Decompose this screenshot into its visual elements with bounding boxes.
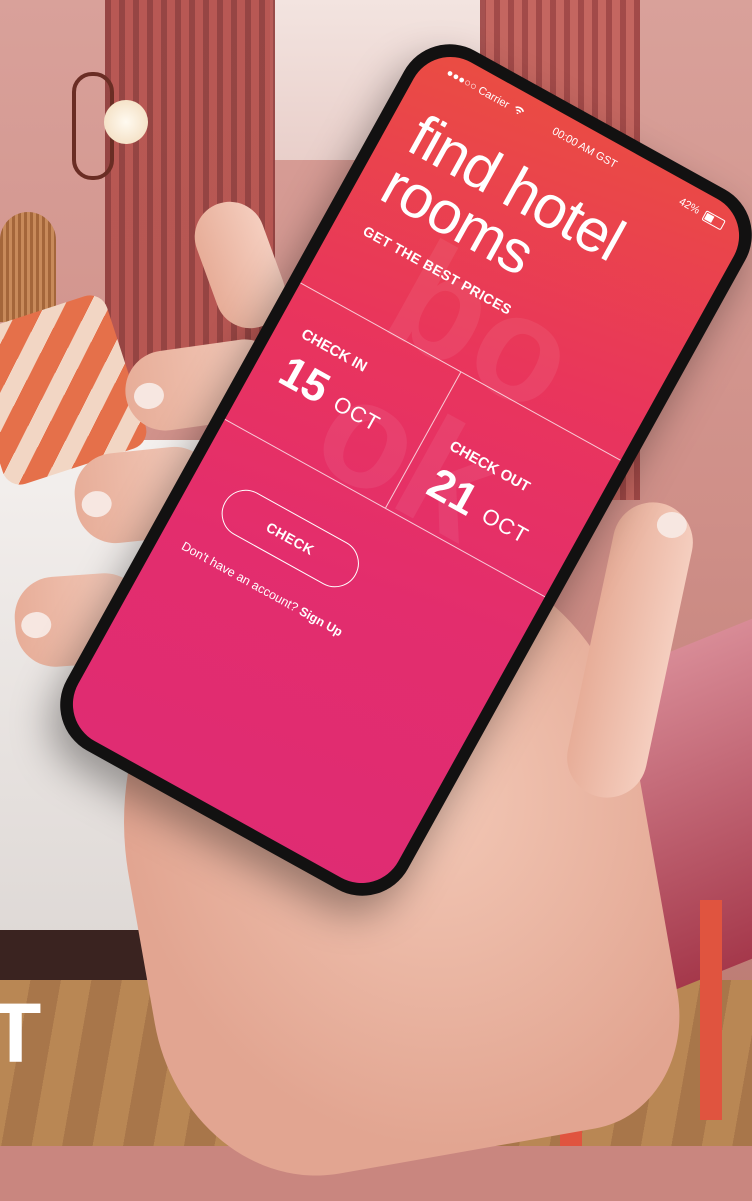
headboard [0,212,56,322]
page-edge-letter: T [0,986,42,1080]
check-out-month: OCT [477,502,533,549]
battery-icon [701,209,727,231]
battery-indicator: 42% [677,196,727,231]
battery-percent: 42% [676,195,702,217]
fingernail [80,489,113,519]
fingernail [20,611,53,640]
thumbnail [656,511,687,538]
sign-up-link[interactable]: Sign Up [297,604,345,639]
lamp-bulb [104,100,148,144]
fingernail [132,380,166,411]
bench-leg [700,900,722,1120]
check-in-month: OCT [329,390,385,437]
